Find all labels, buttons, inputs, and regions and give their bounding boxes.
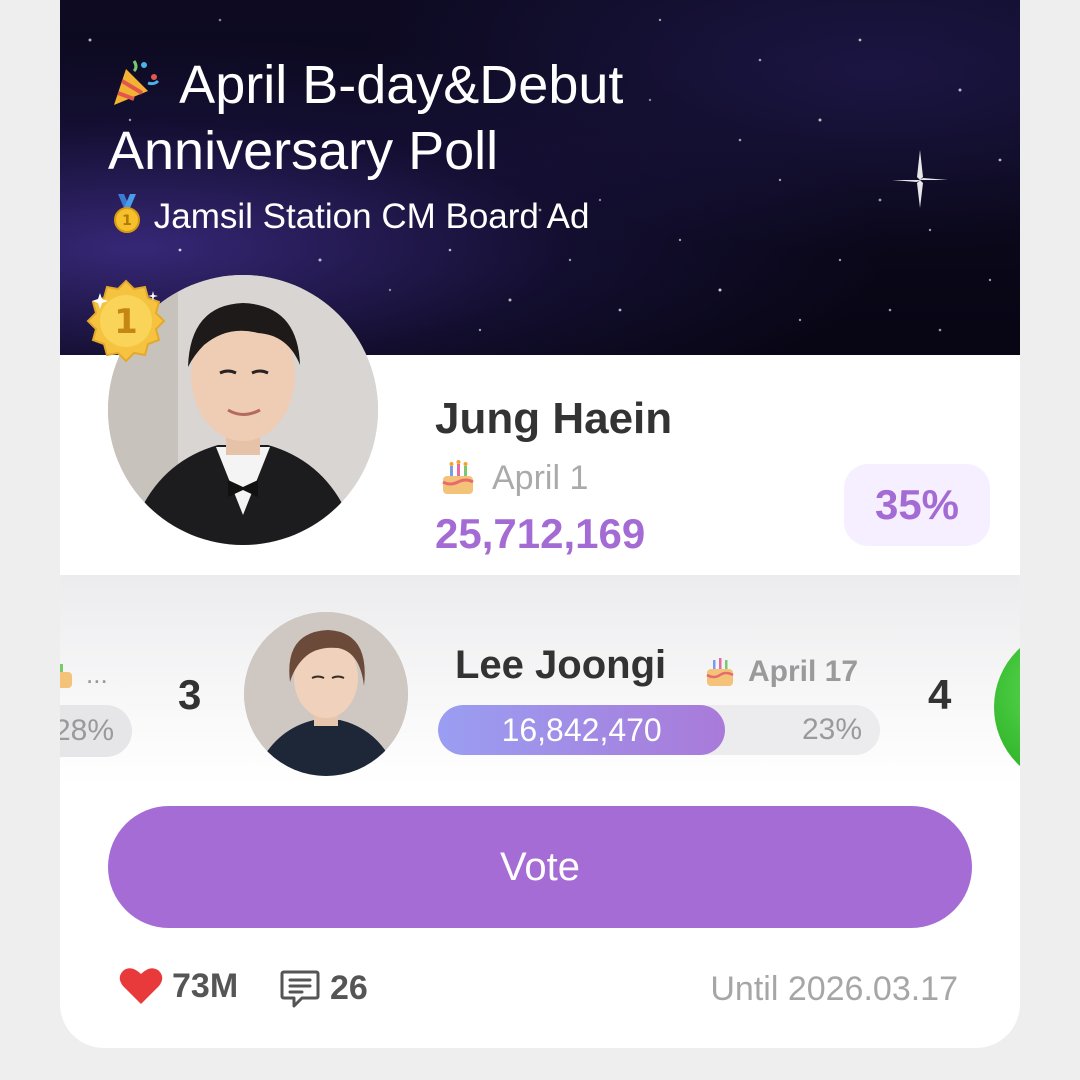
svg-text:1: 1 [122,213,132,229]
candidate-vote-bar: 16,842,470 23% [438,705,880,755]
leader-percent-badge: 35% [844,464,990,546]
leader-vote-count: 25,712,169 [435,510,646,557]
party-popper-icon [108,53,179,116]
prev-candidate-percent: 28% [60,705,132,757]
birthday-cake-icon [706,658,734,686]
gold-medal-icon: 1 [110,194,154,236]
vote-button[interactable]: Vote [108,806,972,928]
svg-text:1: 1 [114,302,138,342]
candidate-birthday-text: April 17 [748,655,859,688]
candidate-percent: 23% [801,713,862,746]
poll-deadline: Until 2026.03.17 [710,970,958,1008]
poll-subtitle: 1 Jamsil Station CM Board Ad [110,193,589,241]
candidate-vote-bar-fill: 16,842,470 [438,705,726,755]
prev-candidate-peek[interactable]: ... [60,659,108,690]
poll-card[interactable]: April B-day&Debut Anniversary Poll 1 Jam… [60,0,1020,1048]
next-candidate-avatar[interactable] [994,627,1020,785]
candidate-avatar[interactable] [244,612,408,776]
candidate-rank: 3 [178,671,202,718]
likes-count: 73M [172,966,239,1005]
leader-birthday-text: April 1 [492,458,589,497]
comment-icon [280,970,320,1008]
comments-counter[interactable]: 26 [278,966,368,1010]
poll-title: April B-day&Debut Anniversary Poll [108,52,808,184]
likes-counter[interactable]: 73M [118,966,238,1006]
leader-birthday: April 1 [438,458,588,498]
candidate-carousel[interactable]: ... 28% 3 Lee Joongi April 17 16,842,470… [60,575,1020,785]
birthday-cake-icon [442,460,474,494]
ellipsis: ... [86,659,108,689]
poll-title-text: April B-day&Debut Anniversary Poll [108,55,624,181]
birthday-cake-icon [60,663,72,688]
comments-count: 26 [330,968,368,1007]
leader-name: Jung Haein [435,394,673,443]
rank-1-medal-icon: 1 [82,277,170,365]
next-candidate-rank: 4 [928,671,952,718]
poll-subtitle-text: Jamsil Station CM Board Ad [153,197,590,236]
heart-icon [119,968,163,1004]
candidate-vote-count: 16,842,470 [501,711,662,748]
candidate-birthday: April 17 [704,655,858,689]
candidate-name: Lee Joongi [455,643,667,687]
